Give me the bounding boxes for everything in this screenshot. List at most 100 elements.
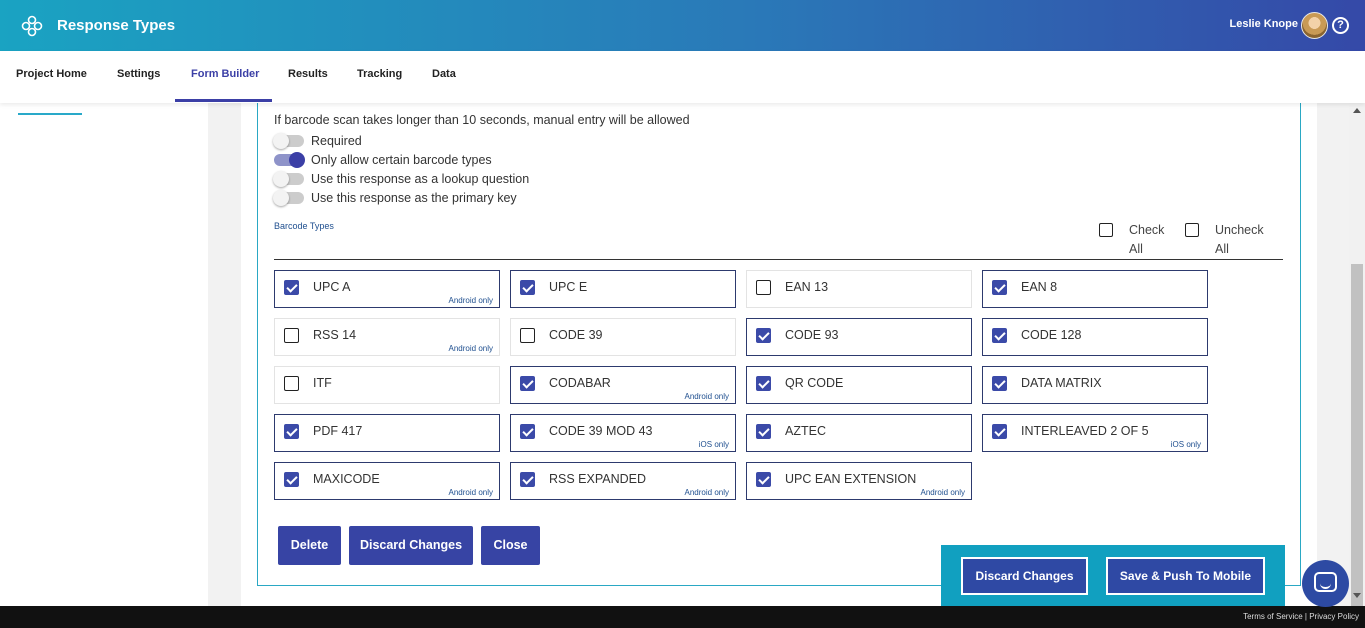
- barcode-checkbox[interactable]: [756, 280, 771, 295]
- barcode-option[interactable]: AZTEC: [746, 414, 972, 452]
- toggle-lookup-question[interactable]: Use this response as a lookup question: [273, 171, 529, 187]
- scrollbar[interactable]: [1349, 103, 1365, 621]
- barcode-option[interactable]: UPC EAN EXTENSION Android only: [746, 462, 972, 500]
- scroll-thumb[interactable]: [1351, 264, 1363, 621]
- barcode-checkbox[interactable]: [756, 376, 771, 391]
- toggle-allow-barcode-types[interactable]: Only allow certain barcode types: [274, 152, 492, 168]
- barcode-name: CODE 39 MOD 43: [549, 424, 653, 438]
- toggle-switch[interactable]: [273, 133, 304, 149]
- barcode-option[interactable]: ITF: [274, 366, 500, 404]
- chat-launcher-button[interactable]: [1302, 560, 1349, 607]
- check-all-control[interactable]: Check All: [1099, 221, 1179, 259]
- barcode-checkbox[interactable]: [520, 280, 535, 295]
- barcode-option[interactable]: MAXICODE Android only: [274, 462, 500, 500]
- tab-data[interactable]: Data: [432, 68, 456, 80]
- barcode-name: PDF 417: [313, 424, 363, 438]
- barcode-option[interactable]: RSS 14 Android only: [274, 318, 500, 356]
- barcode-name: CODE 128: [1021, 328, 1082, 342]
- barcode-name: RSS 14: [313, 328, 357, 342]
- barcode-checkbox[interactable]: [756, 424, 771, 439]
- barcode-checkbox[interactable]: [520, 472, 535, 487]
- barcode-name: CODABAR: [549, 376, 611, 390]
- app-logo-icon[interactable]: [20, 14, 44, 38]
- barcode-checkbox[interactable]: [992, 328, 1007, 343]
- barcode-option[interactable]: QR CODE: [746, 366, 972, 404]
- toggle-label: Only allow certain barcode types: [311, 153, 492, 167]
- barcode-name: CODE 93: [785, 328, 839, 342]
- tab-settings[interactable]: Settings: [117, 68, 160, 80]
- toggle-label: Use this response as the primary key: [311, 191, 517, 205]
- platform-note: Android only: [684, 392, 729, 401]
- uncheck-all-control[interactable]: Uncheck All: [1185, 221, 1265, 259]
- barcode-option[interactable]: CODE 128: [982, 318, 1208, 356]
- barcode-checkbox[interactable]: [284, 280, 299, 295]
- toggle-knob: [273, 133, 289, 149]
- barcode-checkbox[interactable]: [520, 376, 535, 391]
- toggle-switch[interactable]: [274, 152, 305, 168]
- toggle-knob: [289, 152, 305, 168]
- platform-note: iOS only: [1170, 440, 1201, 449]
- barcode-checkbox[interactable]: [284, 472, 299, 487]
- check-all-label[interactable]: Check All: [1129, 221, 1179, 259]
- tab-form-builder[interactable]: Form Builder: [191, 68, 259, 80]
- barcode-name: QR CODE: [785, 376, 844, 390]
- barcode-checkbox[interactable]: [992, 424, 1007, 439]
- barcode-option[interactable]: CODE 39: [510, 318, 736, 356]
- avatar[interactable]: [1301, 12, 1328, 39]
- barcode-checkbox[interactable]: [992, 376, 1007, 391]
- scroll-down-icon[interactable]: [1353, 593, 1361, 598]
- uncheck-all-label[interactable]: Uncheck All: [1215, 221, 1265, 259]
- toggle-primary-key[interactable]: Use this response as the primary key: [273, 190, 517, 206]
- barcode-name: UPC A: [313, 280, 351, 294]
- help-icon[interactable]: ?: [1332, 17, 1349, 34]
- tab-tracking[interactable]: Tracking: [357, 68, 402, 80]
- barcode-checkbox[interactable]: [284, 328, 299, 343]
- barcode-option[interactable]: EAN 8: [982, 270, 1208, 308]
- barcode-option[interactable]: EAN 13: [746, 270, 972, 308]
- barcode-option[interactable]: DATA MATRIX: [982, 366, 1208, 404]
- barcode-checkbox[interactable]: [520, 328, 535, 343]
- barcode-name: MAXICODE: [313, 472, 380, 486]
- barcode-option[interactable]: RSS EXPANDED Android only: [510, 462, 736, 500]
- bottom-action-bar: Discard Changes Save & Push To Mobile: [941, 545, 1285, 606]
- barcode-option[interactable]: UPC E: [510, 270, 736, 308]
- toggle-label: Required: [311, 134, 362, 148]
- barcode-checkbox[interactable]: [992, 280, 1007, 295]
- platform-note: Android only: [448, 296, 493, 305]
- platform-note: Android only: [448, 488, 493, 497]
- discard-changes-button[interactable]: Discard Changes: [349, 526, 473, 565]
- toggle-switch[interactable]: [273, 171, 304, 187]
- scroll-up-icon[interactable]: [1353, 108, 1361, 113]
- barcode-option[interactable]: CODE 39 MOD 43 iOS only: [510, 414, 736, 452]
- barcode-option[interactable]: PDF 417: [274, 414, 500, 452]
- close-button[interactable]: Close: [481, 526, 540, 565]
- barcode-option[interactable]: UPC A Android only: [274, 270, 500, 308]
- top-nav: Project Home Settings Form Builder Resul…: [0, 51, 1365, 103]
- barcode-name: EAN 13: [785, 280, 829, 294]
- bar-discard-changes-button[interactable]: Discard Changes: [961, 557, 1088, 595]
- delete-button[interactable]: Delete: [278, 526, 341, 565]
- uncheck-all-checkbox[interactable]: [1185, 223, 1199, 237]
- check-all-checkbox[interactable]: [1099, 223, 1113, 237]
- toggle-required[interactable]: Required: [273, 133, 362, 149]
- barcode-name: UPC EAN EXTENSION: [785, 472, 917, 486]
- barcode-checkbox[interactable]: [284, 424, 299, 439]
- barcode-checkbox[interactable]: [284, 376, 299, 391]
- footer-links[interactable]: Terms of Service | Privacy Policy: [1243, 612, 1359, 621]
- left-gutter: [208, 103, 241, 606]
- page-title: Response Types: [57, 17, 176, 34]
- toggle-switch[interactable]: [273, 190, 304, 206]
- section-divider: [274, 259, 1283, 260]
- barcode-option[interactable]: CODABAR Android only: [510, 366, 736, 404]
- barcode-types-label: Barcode Types: [274, 221, 334, 231]
- save-push-mobile-button[interactable]: Save & Push To Mobile: [1106, 557, 1265, 595]
- tab-results[interactable]: Results: [288, 68, 328, 80]
- barcode-checkbox[interactable]: [520, 424, 535, 439]
- barcode-name: INTERLEAVED 2 OF 5: [1021, 424, 1149, 438]
- barcode-checkbox[interactable]: [756, 328, 771, 343]
- tab-project-home[interactable]: Project Home: [16, 68, 87, 80]
- user-name[interactable]: Leslie Knope: [1230, 18, 1298, 30]
- barcode-option[interactable]: INTERLEAVED 2 OF 5 iOS only: [982, 414, 1208, 452]
- barcode-checkbox[interactable]: [756, 472, 771, 487]
- barcode-option[interactable]: CODE 93: [746, 318, 972, 356]
